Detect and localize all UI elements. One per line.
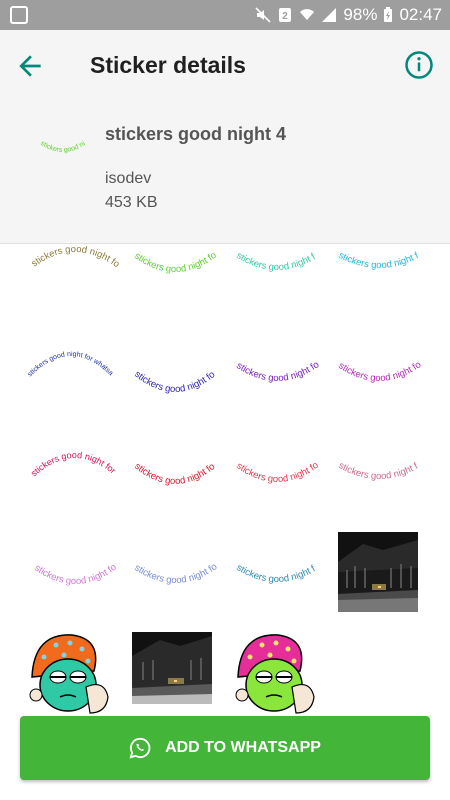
add-to-whatsapp-label: ADD TO WHATSAPP: [165, 739, 321, 756]
svg-text:stickers good night for whatsa: stickers good night for whatsapp: [232, 433, 321, 485]
sticker-sleepy-green-face-orange-cap[interactable]: [24, 627, 114, 715]
svg-text:stickers good night for whatsa: stickers good night for whatsapp: [232, 245, 318, 273]
pack-size: 453 KB: [105, 194, 158, 211]
sticker-item[interactable]: stickers good night for whatsapp: [228, 525, 322, 623]
arrow-back-icon[interactable]: [14, 50, 46, 82]
sticker-night-photo[interactable]: [132, 632, 212, 704]
pack-header: stickers good night stickers good night …: [0, 102, 450, 244]
sim-2-icon: 2: [279, 8, 292, 22]
svg-text:stickers good night for whatsa: stickers good night for whatsapp: [130, 533, 219, 586]
sticker-caption: stickers good night for whatsapp: [126, 245, 219, 275]
sticker-caption: stickers good night for whatsapp: [126, 329, 218, 395]
svg-text:stickers good night for whatsa: stickers good night for whatsapp: [30, 533, 119, 587]
sticker-caption: stickers good night for whatsapp: [26, 525, 119, 587]
svg-text:stickers good night for whatsa: stickers good night for whatsapp: [334, 245, 421, 271]
sticker-item[interactable]: stickers good night for whatsapp: [126, 329, 220, 427]
whatsapp-icon: [129, 737, 151, 759]
sticker-sleepy-green-face-pink-cap[interactable]: [230, 627, 320, 715]
sticker-caption: stickers good night for whatsapp: [228, 245, 318, 273]
sticker-item[interactable]: stickers good night for whatsapp: [126, 245, 220, 317]
sticker-item[interactable]: stickers good night for whatsapp: [26, 525, 120, 623]
sticker-caption: stickers good night for whatsapp: [330, 321, 424, 384]
app-bar: Sticker details: [0, 30, 450, 102]
pack-name: stickers good night 4: [105, 124, 287, 144]
sticker-item[interactable]: stickers good night for whatsapp: [228, 425, 322, 523]
gallery-notification-icon: [10, 6, 28, 24]
battery-percent: 98%: [343, 5, 378, 24]
battery-charging-icon: [384, 7, 393, 22]
sticker-item[interactable]: stickers good night for whatsapp: [228, 321, 322, 419]
sticker-item[interactable]: stickers good night for whatsapp: [126, 425, 220, 523]
page-title: Sticker details: [90, 52, 246, 78]
sticker-caption: stickers good night for whatsapp: [330, 425, 421, 482]
sticker-item[interactable]: stickers good night for whatsapp: [26, 245, 122, 329]
status-bar: 2 98% 02:47: [0, 0, 450, 30]
info-icon[interactable]: [404, 50, 434, 80]
mute-icon: [255, 7, 271, 23]
sticker-night-photo[interactable]: [338, 532, 418, 612]
sticker-grid: stickers good night for whatsapp sticker…: [0, 245, 450, 715]
svg-text:stickers good night for whatsa: stickers good night for whatsapp: [334, 329, 423, 384]
sticker-caption: stickers good night for whatsapp: [228, 321, 322, 384]
svg-text:stickers good night for whatsa: stickers good night for whatsapp: [30, 245, 120, 270]
sticker-caption: stickers good night for whatsapp: [26, 245, 122, 270]
sticker-caption: stickers good night for whatsapp: [228, 425, 321, 485]
sticker-item[interactable]: stickers good night for whatsapp: [126, 525, 220, 623]
svg-text:2: 2: [283, 11, 289, 22]
sticker-caption: stickers good night for whatsapp: [126, 425, 218, 487]
svg-text:stickers good night for whatsa: stickers good night for whatsapp: [130, 433, 217, 487]
sticker-item[interactable]: stickers good night for whatsapp: [228, 245, 322, 317]
sticker-item[interactable]: stickers good night for whatsapp: [330, 425, 424, 523]
sticker-item[interactable]: stickers good night for whatsapp: [26, 423, 120, 521]
svg-text:stickers good night for whatsa: stickers good night for whatsapp: [130, 245, 219, 275]
wifi-icon: [300, 9, 315, 20]
sticker-caption: stickers good night for whatsapp: [24, 324, 114, 378]
svg-text:stickers good night for whatsa: stickers good night for whatsapp: [232, 533, 318, 585]
sticker-caption: stickers good night for whatsapp: [330, 245, 421, 271]
sticker-caption: stickers good night for whatsapp: [228, 525, 318, 585]
sticker-item[interactable]: stickers good night for whatsapp: [330, 321, 424, 419]
sticker-caption: stickers good night for whatsapp: [26, 423, 120, 478]
svg-text:stickers good night for whatsa: stickers good night for whatsapp: [26, 329, 114, 378]
status-bar-right: 2 98% 02:47: [255, 4, 442, 26]
svg-text:stickers good night for whatsa: stickers good night for whatsapp: [232, 329, 321, 384]
add-to-whatsapp-button[interactable]: ADD TO WHATSAPP: [20, 716, 430, 780]
tray-icon: stickers good night: [38, 126, 87, 154]
sticker-item[interactable]: stickers good night for whatsapp: [330, 245, 424, 317]
clock: 02:47: [399, 5, 442, 24]
tray-text: stickers good night: [38, 126, 87, 154]
sticker-caption: stickers good night for whatsapp: [126, 525, 220, 586]
svg-text:stickers good night for whatsa: stickers good night for whatsapp: [30, 431, 120, 478]
signal-icon: [322, 8, 337, 22]
sticker-item[interactable]: stickers good night for whatsapp: [24, 324, 116, 419]
svg-text:stickers good night: stickers good night: [38, 126, 87, 154]
svg-text:stickers good night for whatsa: stickers good night for whatsapp: [334, 433, 420, 482]
svg-text:stickers good night for whatsa: stickers good night for whatsapp: [130, 337, 217, 395]
pack-publisher: isodev: [105, 170, 152, 187]
